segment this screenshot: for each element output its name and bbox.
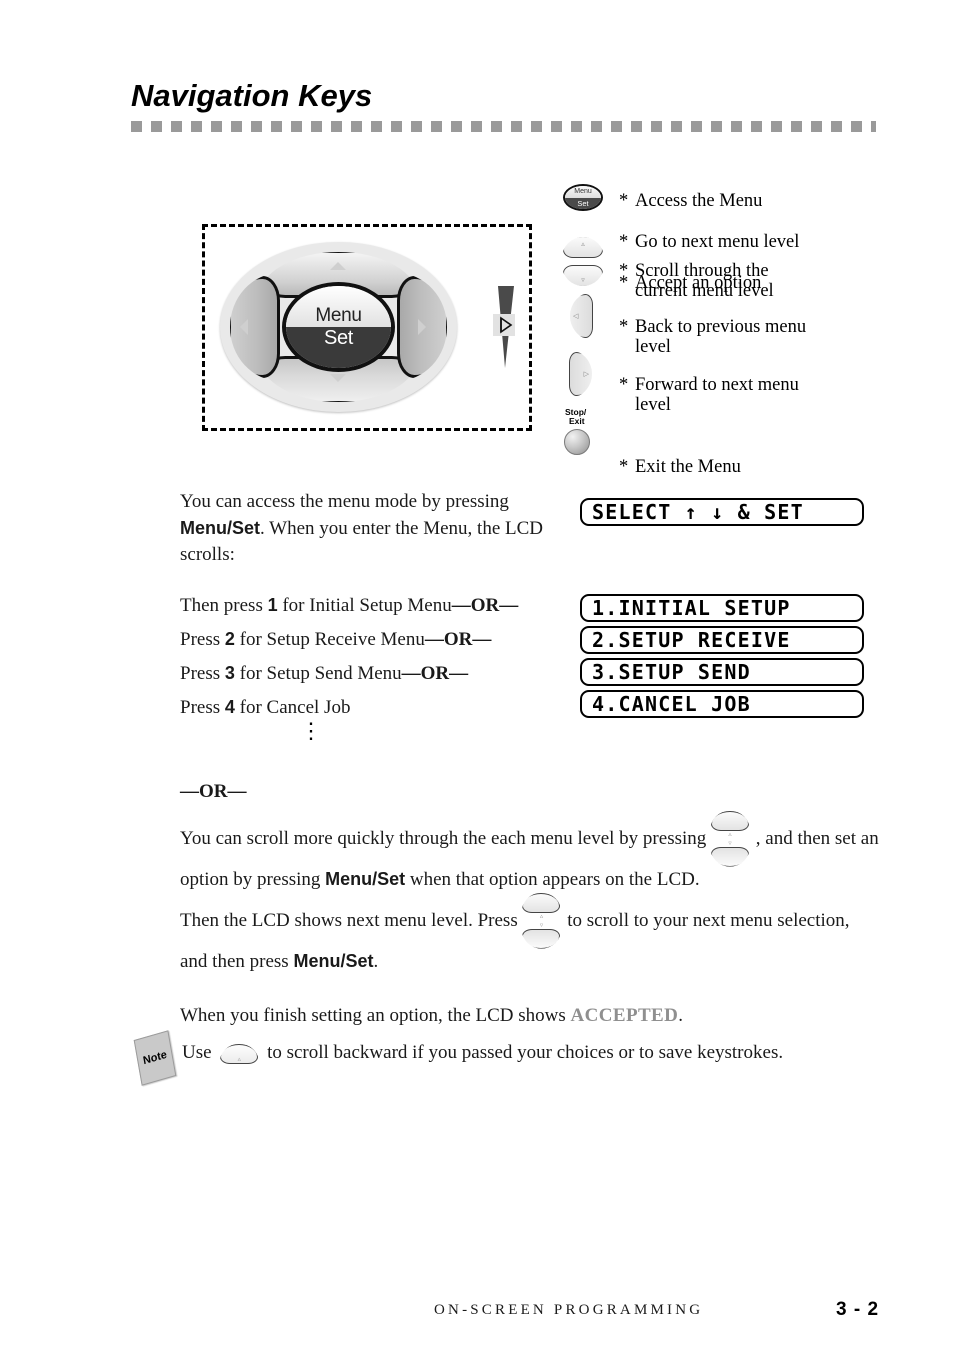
- scroll-p1-text-c: when that option appears on the LCD.: [409, 869, 700, 890]
- legend-list: Menu Set * Access the Menu * Go to next me…: [563, 170, 893, 477]
- step-line-2: Press 2 for Setup Receive Menu—OR—: [180, 626, 491, 653]
- legend-bullet: Access the Menu: [635, 190, 763, 211]
- accepted-post-text: .: [678, 1005, 683, 1026]
- right-arrow-key-icon: ▷: [563, 352, 615, 396]
- lcd-menu-item-1: 1.INITIAL SETUP: [580, 594, 864, 622]
- scroll-p2-text-a: Then the LCD shows next menu level. Pres…: [180, 910, 518, 931]
- lcd-menu-item-2: 2.SETUP RECEIVE: [580, 626, 864, 654]
- bullet-star: *: [619, 456, 629, 477]
- document-page: Navigation Keys Menu Set Menu Set * Acce…: [0, 0, 954, 1352]
- menu-set-bold-3: Menu/Set: [293, 951, 374, 971]
- step-mid: for Initial Setup Menu: [277, 595, 452, 616]
- bullet-star: *: [619, 374, 629, 395]
- or-divider: —OR—: [180, 781, 247, 802]
- legend-item-back: ◁ * Back to previous menu level: [563, 290, 893, 357]
- step-pre: Press: [180, 663, 225, 684]
- step-line-4: Press 4 for Cancel Job: [180, 694, 350, 721]
- menu-label: Menu: [286, 286, 391, 327]
- lcd-menu-item-4: 4.CANCEL JOB: [580, 690, 864, 718]
- pad-right-arrow-icon: [418, 319, 426, 335]
- up-key-icon: ▵: [563, 237, 603, 258]
- speaker-volume-icon: [492, 284, 520, 370]
- up-key-icon-note: ▵: [220, 1043, 259, 1064]
- down-glyph: ▿: [728, 839, 732, 847]
- bullet-star: *: [619, 316, 629, 337]
- pad-down-arrow-icon: [330, 374, 346, 382]
- step-or: —OR—: [424, 629, 492, 650]
- step-or: —OR—: [401, 663, 469, 684]
- left-glyph: ◁: [573, 312, 579, 320]
- menu-set-bold-1: Menu/Set: [180, 518, 261, 538]
- right-glyph: ▷: [583, 370, 589, 378]
- left-arrow-key-icon: ◁: [563, 294, 615, 338]
- down-glyph: ▿: [581, 276, 585, 284]
- step-or: —OR—: [451, 595, 519, 616]
- note-icon: Note: [133, 1030, 177, 1086]
- note-paragraph: Use ▵ to scroll backward if you passed y…: [182, 1040, 882, 1066]
- step-pre: Then press: [180, 595, 268, 616]
- left-key-shape: ◁: [570, 294, 593, 338]
- step-mid: for Setup Send Menu: [234, 663, 402, 684]
- stop-exit-label-line2: Exit: [569, 416, 585, 426]
- note-icon-label: Note: [142, 1048, 168, 1068]
- header-dashed-rule: [131, 121, 876, 132]
- navigation-pad-figure: Menu Set: [202, 224, 532, 431]
- down-glyph: ▿: [539, 921, 544, 929]
- legend-text-stop-exit: * Exit the Menu: [619, 408, 893, 498]
- scroll-paragraph-2: Then the LCD shows next menu level. Pres…: [180, 892, 880, 982]
- vertical-ellipsis: ⋮: [300, 718, 322, 743]
- note-post-text: to scroll backward if you passed your ch…: [267, 1042, 784, 1063]
- scroll-p1-text-a: You can scroll more quickly through the …: [180, 828, 707, 849]
- menu-set-icon-bottom-label: Set: [565, 197, 601, 209]
- lcd-scroll-display: SELECT ↑ ↓ & SET: [580, 498, 864, 526]
- footer-section-title: ON-SCREEN PROGRAMMING: [434, 1302, 704, 1318]
- up-glyph: ▵: [237, 1055, 241, 1063]
- up-glyph: ▵: [581, 240, 585, 248]
- stop-exit-button-shape: [564, 429, 590, 455]
- step-number: 4: [224, 697, 235, 717]
- page-title: Navigation Keys: [131, 78, 373, 113]
- lcd-menu-item-3: 3.SETUP SEND: [580, 658, 864, 686]
- pad-up-arrow-icon: [330, 262, 346, 270]
- down-key-icon: ▿: [563, 265, 603, 286]
- legend-bullet: Exit the Menu: [635, 456, 741, 477]
- step-line-3: Press 3 for Setup Send Menu—OR—: [180, 660, 468, 687]
- intro-text-part1: You can access the menu mode by pressing: [180, 491, 509, 512]
- legend-item-menu-set: Menu Set * Access the Menu * Go to next me…: [563, 170, 893, 293]
- bullet-star: *: [619, 190, 629, 211]
- accepted-paragraph: When you finish setting an option, the L…: [180, 1003, 880, 1029]
- scroll-paragraph-1: You can scroll more quickly through the …: [180, 810, 880, 900]
- down-key-icon-inline: ▿: [522, 922, 561, 949]
- step-number: 2: [224, 629, 235, 649]
- stop-exit-key-icon: Stop/ Exit: [563, 408, 607, 455]
- scroll-p2-text-c: .: [373, 951, 379, 972]
- up-down-or-icon-2: ▵ or ▿: [522, 892, 562, 949]
- step-mid: for Cancel Job: [234, 697, 351, 718]
- accepted-pre-text: When you finish setting an option, the L…: [180, 1005, 571, 1026]
- step-pre: Press: [180, 629, 225, 650]
- accepted-status-text: ACCEPTED: [570, 1005, 679, 1026]
- footer-page-number: 3 - 2: [836, 1299, 880, 1320]
- menu-set-icon-top-label: Menu: [565, 186, 601, 198]
- intro-paragraph: You can access the menu mode by pressing…: [180, 489, 565, 568]
- down-key-icon-inline: ▿: [711, 840, 750, 867]
- up-down-scroll-keys-icon: ▵ ▿: [563, 236, 609, 287]
- step-number: 3: [224, 663, 235, 683]
- step-number: 1: [267, 595, 278, 615]
- legend-item-stop-exit: Stop/ Exit * Exit the Menu: [563, 408, 893, 477]
- pad-left-arrow-icon: [240, 319, 248, 335]
- pad-menu-set-key: Menu Set: [282, 282, 395, 372]
- step-line-1: Then press 1 for Initial Setup Menu—OR—: [180, 592, 518, 619]
- bullet-star: *: [619, 260, 629, 281]
- step-pre: Press: [180, 697, 225, 718]
- legend-item-forward: ▷ * Forward to next menu level: [563, 348, 893, 415]
- navigation-pad: Menu Set: [220, 242, 457, 412]
- up-down-or-icon-1: ▵ or ▿: [711, 810, 751, 867]
- menu-set-key-icon: Menu Set: [563, 184, 609, 211]
- menu-set-bold-2: Menu/Set: [325, 869, 406, 889]
- legend-item-scroll: ▵ ▿ * Scroll through the current menu lev…: [563, 232, 893, 301]
- step-mid: for Setup Receive Menu: [234, 629, 425, 650]
- note-pre-text: Use: [182, 1042, 212, 1063]
- right-key-shape: ▷: [569, 352, 592, 396]
